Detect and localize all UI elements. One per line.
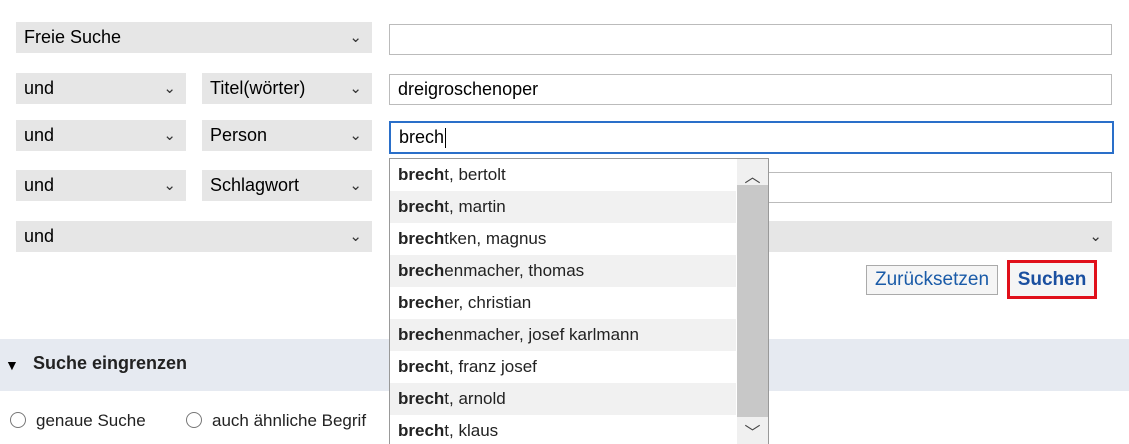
reset-button[interactable]: Zurücksetzen xyxy=(866,265,998,295)
autocomplete-item-match: brech xyxy=(398,229,445,248)
autocomplete-item-match: brech xyxy=(398,261,445,280)
autocomplete-item-match: brech xyxy=(398,389,445,408)
autocomplete-item-rest: t, bertolt xyxy=(444,165,506,184)
autocomplete-item[interactable]: brecht, arnold xyxy=(390,383,736,415)
autocomplete-dropdown[interactable]: brecht, bertolt brecht, martin brechtken, … xyxy=(389,158,769,444)
radio-similar-terms[interactable]: auch ähnliche Begrif xyxy=(186,411,366,431)
search-input-1[interactable] xyxy=(389,24,1112,55)
operator-select-3-label: und xyxy=(24,125,55,145)
chevron-down-icon: ⌄ xyxy=(163,80,176,97)
autocomplete-item[interactable]: brecht, bertolt xyxy=(390,159,736,191)
scroll-up-icon[interactable]: ︿ xyxy=(737,163,768,187)
autocomplete-item[interactable]: brecht, martin xyxy=(390,191,736,223)
search-input-2-value: dreigroschenoper xyxy=(398,79,539,99)
autocomplete-item-rest: t, franz josef xyxy=(444,357,537,376)
operator-select-5[interactable]: und ⌄ xyxy=(16,221,372,252)
chevron-down-icon: ⌄ xyxy=(349,127,362,144)
field-select-1[interactable]: Freie Suche ⌄ xyxy=(16,22,372,53)
autocomplete-item[interactable]: brecht, klaus xyxy=(390,415,736,444)
chevron-down-icon: ⌄ xyxy=(349,29,362,46)
radio-exact-search[interactable]: genaue Suche xyxy=(10,411,146,431)
search-input-3[interactable]: brech xyxy=(389,121,1114,154)
scroll-down-icon[interactable]: ﹀ xyxy=(737,419,768,443)
autocomplete-item-match: brech xyxy=(398,421,445,440)
section-title: Suche eingrenzen xyxy=(33,353,188,373)
field-select-4[interactable]: Schlagwort ⌄ xyxy=(202,170,372,201)
chevron-down-icon: ⌄ xyxy=(349,177,362,194)
field-select-3[interactable]: Person ⌄ xyxy=(202,120,372,151)
search-button[interactable]: Suchen xyxy=(1007,260,1097,299)
autocomplete-item-match: brech xyxy=(398,293,445,312)
operator-select-4[interactable]: und ⌄ xyxy=(16,170,186,201)
autocomplete-item-match: brech xyxy=(398,325,445,344)
scrollbar-thumb[interactable] xyxy=(737,185,768,417)
autocomplete-item-rest: t, arnold xyxy=(444,389,506,408)
radio-circle-icon[interactable] xyxy=(10,412,26,428)
autocomplete-item-match: brech xyxy=(398,197,445,216)
field-select-4-label: Schlagwort xyxy=(210,175,300,195)
text-caret xyxy=(445,128,447,149)
radio-similar-label: auch ähnliche Begrif xyxy=(212,411,367,430)
operator-select-5-label: und xyxy=(24,226,55,246)
chevron-down-icon: ⌄ xyxy=(163,177,176,194)
autocomplete-item[interactable]: brecht, franz josef xyxy=(390,351,736,383)
chevron-down-icon: ⌄ xyxy=(349,80,362,97)
field-select-2-label: Titel(wörter) xyxy=(210,78,306,98)
chevron-down-icon: ⌄ xyxy=(163,127,176,144)
autocomplete-list: brecht, bertolt brecht, martin brechtken, … xyxy=(390,159,768,444)
autocomplete-item[interactable]: brecher, christian xyxy=(390,287,736,319)
autocomplete-item-match: brech xyxy=(398,165,445,184)
scrollbar[interactable]: ︿ ﹀ xyxy=(737,159,768,444)
autocomplete-item-rest: tken, magnus xyxy=(444,229,547,248)
field-select-3-label: Person xyxy=(210,125,268,145)
operator-select-2[interactable]: und ⌄ xyxy=(16,73,186,104)
operator-select-2-label: und xyxy=(24,78,55,98)
autocomplete-item-match: brech xyxy=(398,357,445,376)
chevron-down-icon: ⌄ xyxy=(349,228,362,245)
autocomplete-item-rest: enmacher, thomas xyxy=(444,261,585,280)
field-select-2[interactable]: Titel(wörter) ⌄ xyxy=(202,73,372,104)
autocomplete-item-rest: enmacher, josef karlmann xyxy=(444,325,639,344)
autocomplete-item[interactable]: brechtken, magnus xyxy=(390,223,736,255)
autocomplete-item[interactable]: brechenmacher, josef karlmann xyxy=(390,319,736,351)
chevron-down-icon: ⌄ xyxy=(1089,228,1102,245)
operator-select-3[interactable]: und ⌄ xyxy=(16,120,186,151)
autocomplete-item-rest: er, christian xyxy=(444,293,532,312)
search-input-3-value: brech xyxy=(399,127,445,147)
autocomplete-item-rest: t, klaus xyxy=(444,421,499,440)
field-select-1-label: Freie Suche xyxy=(24,27,122,47)
autocomplete-item[interactable]: brechenmacher, thomas xyxy=(390,255,736,287)
radio-exact-label: genaue Suche xyxy=(36,411,146,430)
radio-circle-icon[interactable] xyxy=(186,412,202,428)
autocomplete-item-rest: t, martin xyxy=(444,197,506,216)
operator-select-4-label: und xyxy=(24,175,55,195)
search-input-2[interactable]: dreigroschenoper xyxy=(389,74,1112,105)
triangle-down-icon: ▼ xyxy=(5,357,19,373)
